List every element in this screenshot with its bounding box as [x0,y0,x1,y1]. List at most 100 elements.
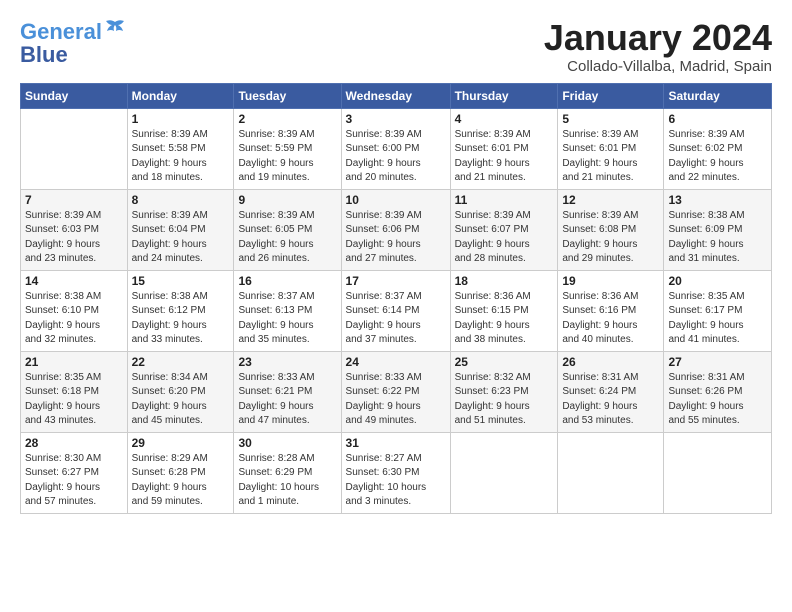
calendar-cell: 30 Sunrise: 8:28 AM Sunset: 6:29 PM Dayli… [234,432,341,513]
day-number: 21 [25,355,123,369]
weekday-header: Thursday [450,83,558,108]
calendar-week-row: 7 Sunrise: 8:39 AM Sunset: 6:03 PM Daylig… [21,189,772,270]
day-info: Sunrise: 8:39 AM Sunset: 6:01 PM Dayligh… [455,128,554,186]
calendar-cell: 25Sunrise: 8:32 AM Sunset: 6:23 PM Dayli… [450,351,558,432]
calendar-cell: 27Sunrise: 8:31 AM Sunset: 6:26 PM Dayli… [664,351,772,432]
weekday-header: Tuesday [234,83,341,108]
logo-line2: Blue [20,45,68,65]
day-info: Sunrise: 8:39 AM Sunset: 6:03 PM Dayligh… [25,209,123,267]
day-info: Sunrise: 8:35 AM Sunset: 6:18 PM Dayligh… [25,371,123,429]
subtitle: Collado-Villalba, Madrid, Spain [544,58,772,75]
calendar-cell: 1Sunrise: 8:39 AM Sunset: 5:58 PM Daylig… [127,108,234,189]
calendar-cell: 7 Sunrise: 8:39 AM Sunset: 6:03 PM Daylig… [21,189,128,270]
day-number: 31 [346,436,446,450]
bird-icon [104,18,126,40]
day-info: Sunrise: 8:37 AM Sunset: 6:13 PM Dayligh… [238,290,336,348]
weekday-header: Saturday [664,83,772,108]
calendar-cell: 5 Sunrise: 8:39 AM Sunset: 6:01 PM Daylig… [558,108,664,189]
day-info: Sunrise: 8:39 AM Sunset: 6:00 PM Dayligh… [346,128,446,186]
calendar-week-row: 1Sunrise: 8:39 AM Sunset: 5:58 PM Daylig… [21,108,772,189]
calendar-cell: 29 Sunrise: 8:29 AM Sunset: 6:28 PM Dayli… [127,432,234,513]
calendar-cell: 13 Sunrise: 8:38 AM Sunset: 6:09 PM Dayli… [664,189,772,270]
weekday-header: Wednesday [341,83,450,108]
logo: General Blue [20,18,126,65]
month-title: January 2024 [544,18,772,58]
calendar-cell: 12 Sunrise: 8:39 AM Sunset: 6:08 PM Dayli… [558,189,664,270]
day-info: Sunrise: 8:39 AM Sunset: 6:02 PM Dayligh… [668,128,767,186]
day-number: 16 [238,274,336,288]
title-block: January 2024 Collado-Villalba, Madrid, S… [544,18,772,75]
calendar-cell: 24Sunrise: 8:33 AM Sunset: 6:22 PM Dayli… [341,351,450,432]
calendar-cell: 11 Sunrise: 8:39 AM Sunset: 6:07 PM Dayli… [450,189,558,270]
day-number: 22 [132,355,230,369]
day-number: 24 [346,355,446,369]
day-number: 4 [455,112,554,126]
day-number: 28 [25,436,123,450]
calendar-cell: 21 Sunrise: 8:35 AM Sunset: 6:18 PM Dayli… [21,351,128,432]
day-info: Sunrise: 8:27 AM Sunset: 6:30 PM Dayligh… [346,452,446,510]
day-info: Sunrise: 8:39 AM Sunset: 6:01 PM Dayligh… [562,128,659,186]
day-info: Sunrise: 8:35 AM Sunset: 6:17 PM Dayligh… [668,290,767,348]
day-number: 13 [668,193,767,207]
day-number: 9 [238,193,336,207]
day-info: Sunrise: 8:28 AM Sunset: 6:29 PM Dayligh… [238,452,336,510]
weekday-header: Sunday [21,83,128,108]
day-number: 5 [562,112,659,126]
day-number: 1 [132,112,230,126]
day-number: 10 [346,193,446,207]
calendar-week-row: 14 Sunrise: 8:38 AM Sunset: 6:10 PM Dayli… [21,270,772,351]
day-info: Sunrise: 8:29 AM Sunset: 6:28 PM Dayligh… [132,452,230,510]
day-info: Sunrise: 8:39 AM Sunset: 6:08 PM Dayligh… [562,209,659,267]
calendar-cell: 3 Sunrise: 8:39 AM Sunset: 6:00 PM Daylig… [341,108,450,189]
calendar-cell: 14 Sunrise: 8:38 AM Sunset: 6:10 PM Dayli… [21,270,128,351]
day-number: 23 [238,355,336,369]
calendar-cell: 23 Sunrise: 8:33 AM Sunset: 6:21 PM Dayli… [234,351,341,432]
day-number: 12 [562,193,659,207]
day-info: Sunrise: 8:39 AM Sunset: 5:59 PM Dayligh… [238,128,336,186]
day-number: 14 [25,274,123,288]
calendar-cell: 26Sunrise: 8:31 AM Sunset: 6:24 PM Dayli… [558,351,664,432]
day-info: Sunrise: 8:33 AM Sunset: 6:21 PM Dayligh… [238,371,336,429]
page: General Blue January 2024 Collado-Villal… [0,0,792,524]
day-number: 6 [668,112,767,126]
day-number: 3 [346,112,446,126]
day-info: Sunrise: 8:38 AM Sunset: 6:10 PM Dayligh… [25,290,123,348]
day-info: Sunrise: 8:31 AM Sunset: 6:24 PM Dayligh… [562,371,659,429]
day-info: Sunrise: 8:38 AM Sunset: 6:09 PM Dayligh… [668,209,767,267]
day-info: Sunrise: 8:39 AM Sunset: 6:05 PM Dayligh… [238,209,336,267]
calendar-cell: 18 Sunrise: 8:36 AM Sunset: 6:15 PM Dayli… [450,270,558,351]
calendar-cell: 16 Sunrise: 8:37 AM Sunset: 6:13 PM Dayli… [234,270,341,351]
calendar-cell: 10 Sunrise: 8:39 AM Sunset: 6:06 PM Dayli… [341,189,450,270]
day-info: Sunrise: 8:36 AM Sunset: 6:15 PM Dayligh… [455,290,554,348]
day-info: Sunrise: 8:38 AM Sunset: 6:12 PM Dayligh… [132,290,230,348]
calendar-cell [21,108,128,189]
calendar-cell: 4 Sunrise: 8:39 AM Sunset: 6:01 PM Daylig… [450,108,558,189]
day-number: 17 [346,274,446,288]
day-info: Sunrise: 8:34 AM Sunset: 6:20 PM Dayligh… [132,371,230,429]
calendar-cell: 8Sunrise: 8:39 AM Sunset: 6:04 PM Daylig… [127,189,234,270]
calendar-cell: 6 Sunrise: 8:39 AM Sunset: 6:02 PM Daylig… [664,108,772,189]
calendar-week-row: 28 Sunrise: 8:30 AM Sunset: 6:27 PM Dayli… [21,432,772,513]
calendar-cell: 19Sunrise: 8:36 AM Sunset: 6:16 PM Dayli… [558,270,664,351]
day-number: 11 [455,193,554,207]
day-info: Sunrise: 8:39 AM Sunset: 6:06 PM Dayligh… [346,209,446,267]
calendar-cell [664,432,772,513]
day-info: Sunrise: 8:39 AM Sunset: 6:07 PM Dayligh… [455,209,554,267]
calendar-cell: 2Sunrise: 8:39 AM Sunset: 5:59 PM Daylig… [234,108,341,189]
calendar-header-row: SundayMondayTuesdayWednesdayThursdayFrid… [21,83,772,108]
day-info: Sunrise: 8:30 AM Sunset: 6:27 PM Dayligh… [25,452,123,510]
day-number: 30 [238,436,336,450]
day-number: 18 [455,274,554,288]
day-number: 20 [668,274,767,288]
day-number: 29 [132,436,230,450]
day-info: Sunrise: 8:37 AM Sunset: 6:14 PM Dayligh… [346,290,446,348]
calendar-cell: 9 Sunrise: 8:39 AM Sunset: 6:05 PM Daylig… [234,189,341,270]
calendar-cell: 17 Sunrise: 8:37 AM Sunset: 6:14 PM Dayli… [341,270,450,351]
calendar-week-row: 21 Sunrise: 8:35 AM Sunset: 6:18 PM Dayli… [21,351,772,432]
calendar-cell: 22 Sunrise: 8:34 AM Sunset: 6:20 PM Dayli… [127,351,234,432]
calendar-cell: 15 Sunrise: 8:38 AM Sunset: 6:12 PM Dayli… [127,270,234,351]
weekday-header: Friday [558,83,664,108]
day-number: 7 [25,193,123,207]
day-number: 15 [132,274,230,288]
day-info: Sunrise: 8:36 AM Sunset: 6:16 PM Dayligh… [562,290,659,348]
